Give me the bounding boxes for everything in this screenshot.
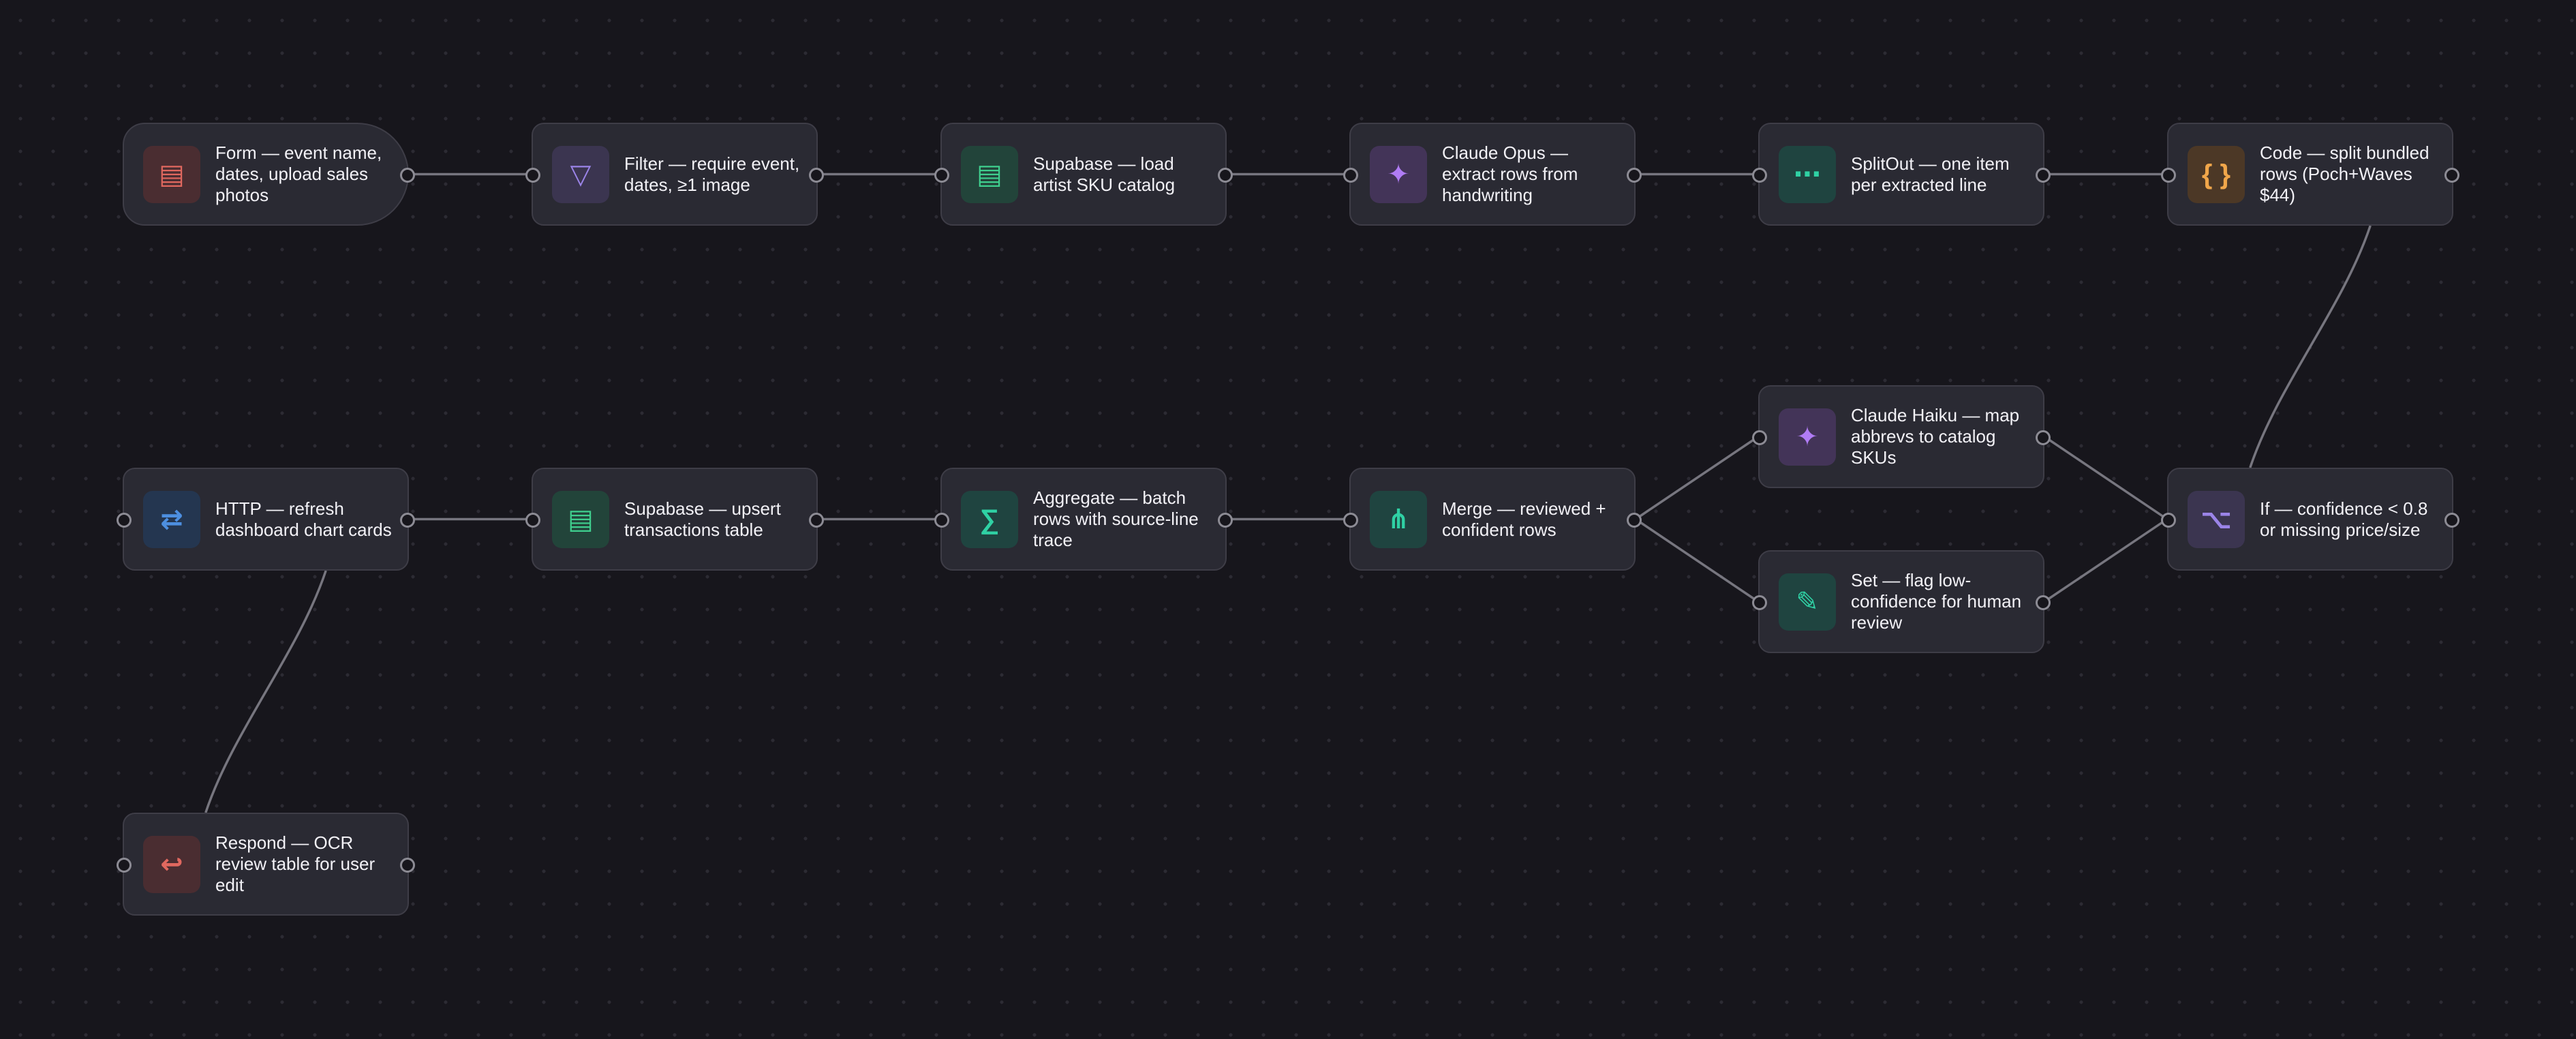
edge-http-to-respond[interactable] bbox=[204, 570, 327, 813]
sparkle-icon: ✦ bbox=[1779, 408, 1836, 466]
output-handle[interactable] bbox=[2036, 430, 2051, 445]
node-label: HTTP — refresh dashboard chart cards bbox=[215, 498, 392, 540]
set-node[interactable]: ✎ Set — flag low-confidence for human re… bbox=[1752, 550, 2051, 653]
input-handle[interactable] bbox=[1752, 594, 1767, 610]
output-handle[interactable] bbox=[1218, 512, 1233, 528]
input-handle[interactable] bbox=[1343, 512, 1358, 528]
node-label: Code — split bundled rows (Poch+Waves $4… bbox=[2260, 142, 2429, 205]
output-handle[interactable] bbox=[1627, 512, 1642, 528]
node-label: Respond — OCR review table for user edit bbox=[215, 832, 375, 895]
edge-set-to-merge[interactable] bbox=[1635, 518, 1759, 603]
merge-icon: ⋔ bbox=[1370, 490, 1427, 548]
aggregate-node[interactable]: ∑ Aggregate — batch rows with source-lin… bbox=[934, 468, 1233, 571]
node-label: Supabase — upsert transactions table bbox=[624, 498, 781, 540]
output-handle[interactable] bbox=[809, 512, 824, 528]
output-handle[interactable] bbox=[2444, 167, 2459, 183]
output-handle[interactable] bbox=[2036, 167, 2051, 183]
edge-claude-haiku-to-merge[interactable] bbox=[1635, 436, 1759, 520]
branch-icon: ⌥ bbox=[2188, 490, 2245, 548]
code-node[interactable]: { } Code — split bundled rows (Poch+Wave… bbox=[2161, 123, 2459, 226]
claude-opus-node[interactable]: ✦ Claude Opus — extract rows from handwr… bbox=[1343, 123, 1642, 226]
filter-node[interactable]: ▽ Filter — require event, dates, ≥1 imag… bbox=[525, 123, 824, 226]
arrows-icon: ⇄ bbox=[143, 490, 200, 548]
filter-icon: ▽ bbox=[552, 145, 609, 203]
supabase-load-node[interactable]: ▤ Supabase — load artist SKU catalog bbox=[934, 123, 1233, 226]
input-handle[interactable] bbox=[525, 167, 540, 183]
node-label: SplitOut — one item per extracted line bbox=[1851, 153, 2010, 195]
input-handle[interactable] bbox=[117, 512, 132, 528]
merge-node[interactable]: ⋔ Merge — reviewed + confident rows bbox=[1343, 468, 1642, 571]
node-label: Form — event name, dates, upload sales p… bbox=[215, 142, 382, 205]
claude-haiku-node[interactable]: ✦ Claude Haiku — map abbrevs to catalog … bbox=[1752, 385, 2051, 488]
input-handle[interactable] bbox=[1752, 167, 1767, 183]
return-icon: ↩ bbox=[143, 835, 200, 893]
pencil-icon: ✎ bbox=[1779, 573, 1836, 631]
node-label: Aggregate — batch rows with source-line … bbox=[1033, 487, 1199, 550]
input-handle[interactable] bbox=[2161, 167, 2176, 183]
node-label: Claude Haiku — map abbrevs to catalog SK… bbox=[1851, 405, 2020, 468]
edge-if-to-claude-haiku[interactable] bbox=[2044, 436, 2168, 520]
node-label: Filter — require event, dates, ≥1 image bbox=[624, 153, 800, 195]
output-handle[interactable] bbox=[400, 857, 415, 873]
respond-node[interactable]: ↩ Respond — OCR review table for user ed… bbox=[117, 813, 415, 916]
sigma-icon: ∑ bbox=[961, 490, 1018, 548]
output-handle[interactable] bbox=[1218, 167, 1233, 183]
database-icon: ▤ bbox=[552, 490, 609, 548]
supabase-upsert-node[interactable]: ▤ Supabase — upsert transactions table bbox=[525, 468, 824, 571]
node-label: Supabase — load artist SKU catalog bbox=[1033, 153, 1176, 195]
sparkle-icon: ✦ bbox=[1370, 145, 1427, 203]
input-handle[interactable] bbox=[934, 167, 949, 183]
form-icon: ▤ bbox=[143, 145, 200, 203]
form-trigger-node[interactable]: ▤ Form — event name, dates, upload sales… bbox=[123, 123, 415, 226]
input-handle[interactable] bbox=[117, 857, 132, 873]
output-handle[interactable] bbox=[809, 167, 824, 183]
if-node[interactable]: ⌥ If — confidence < 0.8 or missing price… bbox=[2161, 468, 2459, 571]
split-icon: ⋯ bbox=[1779, 145, 1836, 203]
node-label: Claude Opus — extract rows from handwrit… bbox=[1442, 142, 1578, 205]
output-handle[interactable] bbox=[400, 167, 415, 183]
node-label: Merge — reviewed + confident rows bbox=[1442, 498, 1606, 540]
output-handle[interactable] bbox=[2444, 512, 2459, 528]
output-handle[interactable] bbox=[2036, 594, 2051, 610]
output-handle[interactable] bbox=[400, 512, 415, 528]
input-handle[interactable] bbox=[1752, 430, 1767, 445]
input-handle[interactable] bbox=[1343, 167, 1358, 183]
edge-if-to-set[interactable] bbox=[2044, 518, 2168, 603]
splitout-node[interactable]: ⋯ SplitOut — one item per extracted line bbox=[1752, 123, 2051, 226]
node-label: If — confidence < 0.8 or missing price/s… bbox=[2260, 498, 2428, 540]
node-label: Set — flag low-confidence for human revi… bbox=[1851, 570, 2022, 633]
workflow-canvas[interactable]: ▤ Form — event name, dates, upload sales… bbox=[0, 0, 2576, 1039]
input-handle[interactable] bbox=[934, 512, 949, 528]
database-icon: ▤ bbox=[961, 145, 1018, 203]
output-handle[interactable] bbox=[1627, 167, 1642, 183]
edge-code-to-if[interactable] bbox=[2249, 225, 2372, 468]
code-icon: { } bbox=[2188, 145, 2245, 203]
input-handle[interactable] bbox=[2161, 512, 2176, 528]
http-node[interactable]: ⇄ HTTP — refresh dashboard chart cards bbox=[117, 468, 415, 571]
input-handle[interactable] bbox=[525, 512, 540, 528]
